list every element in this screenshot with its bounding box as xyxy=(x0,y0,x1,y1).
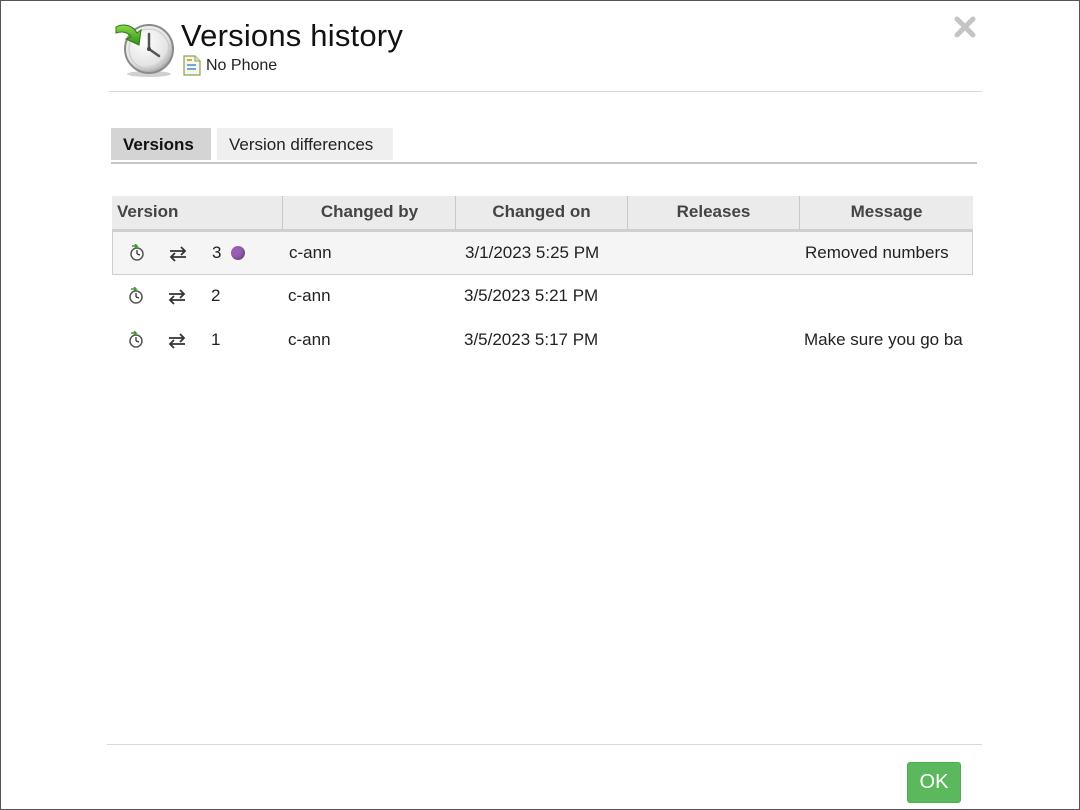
version-number: 1 xyxy=(211,330,221,349)
changed-on: 3/5/2023 5:17 PM xyxy=(464,330,599,349)
changed-by: c-ann xyxy=(289,243,332,262)
column-header-changed-on[interactable]: Changed on xyxy=(456,196,628,229)
ok-button[interactable]: OK xyxy=(907,762,961,803)
subtitle-text: No Phone xyxy=(206,56,278,74)
message xyxy=(804,275,972,317)
message: Make sure you go ba xyxy=(804,330,963,349)
changed-by: c-ann xyxy=(288,286,331,305)
versions-table: Version Changed by Changed on Releases M… xyxy=(112,196,973,363)
table-header: Version Changed by Changed on Releases M… xyxy=(112,196,973,231)
dialog-title: Versions history xyxy=(181,18,404,53)
changed-by: c-ann xyxy=(288,330,331,349)
table-row[interactable]: 2 c-ann 3/5/2023 5:21 PM xyxy=(112,275,973,319)
tab-versions[interactable]: Versions xyxy=(111,128,211,160)
dialog-header: Versions history No Phone xyxy=(113,15,813,79)
changed-on: 3/5/2023 5:21 PM xyxy=(464,286,599,305)
history-clock-icon xyxy=(115,24,174,77)
message: Removed numbers xyxy=(805,243,949,262)
close-icon[interactable] xyxy=(952,14,978,40)
releases xyxy=(632,275,792,317)
header-divider xyxy=(109,91,982,92)
current-version-indicator xyxy=(231,246,245,260)
document-icon xyxy=(183,55,201,76)
changed-on: 3/1/2023 5:25 PM xyxy=(465,243,600,262)
tab-version-differences[interactable]: Version differences xyxy=(217,128,393,160)
version-number: 3 xyxy=(212,243,222,262)
restore-clock-icon[interactable] xyxy=(129,244,145,262)
restore-clock-icon[interactable] xyxy=(128,287,144,305)
releases xyxy=(633,232,793,274)
table-row[interactable]: 1 c-ann 3/5/2023 5:17 PM Make sure you g… xyxy=(112,319,973,363)
column-header-version[interactable]: Version xyxy=(112,196,283,229)
column-header-changed-by[interactable]: Changed by xyxy=(284,196,456,229)
table-row[interactable]: 3 c-ann 3/1/2023 5:25 PM Removed numbers xyxy=(112,231,973,275)
compare-arrows-icon[interactable] xyxy=(167,333,187,349)
compare-arrows-icon[interactable] xyxy=(168,246,188,262)
column-header-releases[interactable]: Releases xyxy=(628,196,800,229)
compare-arrows-icon[interactable] xyxy=(167,289,187,305)
releases xyxy=(632,319,792,361)
tab-bar: Versions Version differences xyxy=(111,128,977,164)
versions-history-dialog: Versions history No Phone Versions Versi… xyxy=(0,0,1080,810)
dialog-subtitle: No Phone xyxy=(183,55,277,76)
footer-divider xyxy=(107,744,982,745)
restore-clock-icon[interactable] xyxy=(128,331,144,349)
version-number: 2 xyxy=(211,286,221,305)
column-header-message[interactable]: Message xyxy=(800,196,973,229)
